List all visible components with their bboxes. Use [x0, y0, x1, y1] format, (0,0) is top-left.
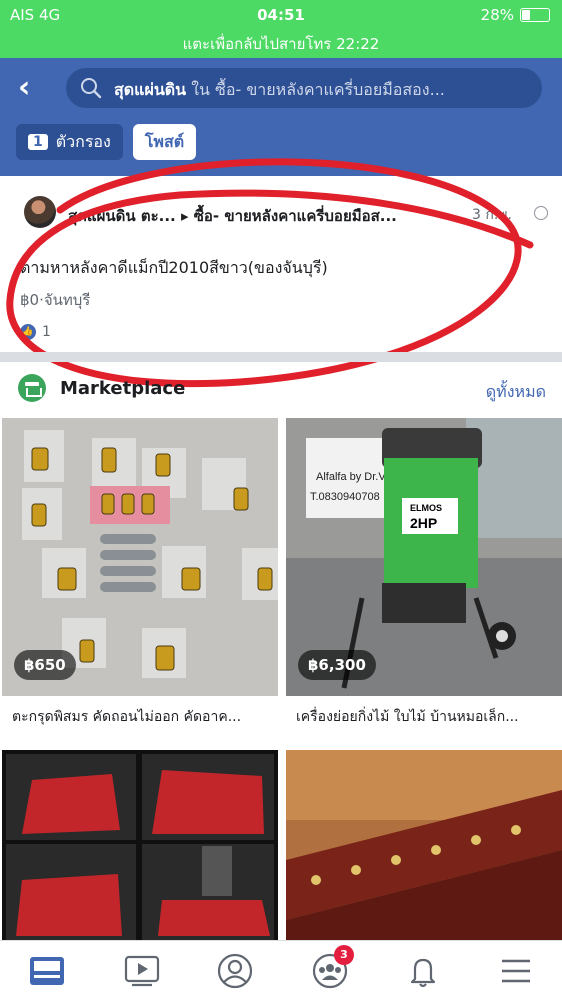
news-feed-icon — [30, 957, 64, 985]
post-body: ตามหาหลังคาดีแม็กปี2010สีขาว(ของจันบุรี) — [20, 258, 328, 277]
battery-icon — [520, 8, 550, 22]
marketplace-title: Marketplace — [60, 378, 186, 399]
news-feed-tab[interactable] — [27, 951, 67, 991]
clock: 04:51 — [257, 6, 305, 24]
battery-indicator: 28% — [481, 6, 550, 24]
listing-caption: เครื่องย่อยกิ่งไม้ ใบไม้ บ้านหมอเล็ก... — [296, 709, 519, 725]
marketplace-header: Marketplace ดูทั้งหมด — [0, 362, 562, 416]
machine-brand: ELMOS — [410, 503, 442, 513]
post-result[interactable]: สุดแผ่นดิน ตะ... ▸ ซื้อ- ขายหลังคาแครี่บ… — [0, 176, 562, 352]
profile-icon — [217, 953, 253, 989]
notifications-tab[interactable] — [403, 951, 443, 991]
sign-line-2: T.0830940708 — [310, 491, 380, 503]
search-scope: ใน ซื้อ- ขายหลังคาแครี่บอยมือสอง... — [186, 80, 445, 99]
posts-chip[interactable]: โพสต์ — [132, 124, 197, 160]
search-icon — [81, 78, 102, 99]
profile-tab[interactable] — [215, 951, 255, 991]
filter-chips: 1 ตัวกรอง โพสต์ — [16, 124, 197, 160]
battery-percent: 28% — [480, 6, 514, 24]
car-mats-illustration — [2, 750, 278, 940]
listing-price: ฿650 — [14, 650, 76, 680]
avatar[interactable] — [24, 196, 56, 228]
search-query-text: สุดแผ่นดิน ใน ซื้อ- ขายหลังคาแครี่บอยมือ… — [114, 78, 534, 103]
globe-icon — [534, 206, 548, 220]
reaction-count: 1 — [42, 324, 51, 340]
post-title[interactable]: สุดแผ่นดิน ตะ... ▸ ซื้อ- ขายหลังคาแครี่บ… — [68, 204, 458, 228]
search-bar[interactable]: สุดแผ่นดิน ใน ซื้อ- ขายหลังคาแครี่บอยมือ… — [66, 68, 542, 108]
hamburger-menu-icon — [502, 959, 530, 983]
machine-power: 2HP — [410, 515, 437, 531]
search-query: สุดแผ่นดิน — [114, 80, 187, 99]
groups-badge: 3 — [334, 945, 354, 965]
video-play-icon — [124, 955, 160, 987]
sign-line-1: Alfalfa by Dr.Vet — [316, 471, 394, 483]
listing-caption: ตะกรุดพิสมร คัดถอนไม่ออก คัดอาค... — [12, 709, 242, 725]
filter-count: 1 — [28, 134, 48, 150]
bottom-tab-bar: 3 — [0, 940, 562, 1000]
back-chevron-icon[interactable]: ‹ — [18, 70, 30, 105]
app-header: ‹ สุดแผ่นดิน ใน ซื้อ- ขายหลังคาแครี่บอยม… — [0, 58, 562, 176]
post-date: 3 ก.พ. — [472, 207, 512, 223]
reaction-summary[interactable]: 👍 1 — [20, 324, 51, 340]
like-icon: 👍 — [20, 324, 36, 340]
menu-tab[interactable] — [496, 951, 536, 991]
listing-price: ฿6,300 — [298, 650, 376, 680]
section-divider — [0, 352, 562, 362]
status-bar: AIS 4G 04:51 28% แตะเพื่อกลับไปสายโทร 22… — [0, 0, 562, 58]
filter-chip[interactable]: 1 ตัวกรอง — [16, 124, 123, 160]
battery-level-fill — [522, 10, 530, 20]
see-all-link[interactable]: ดูทั้งหมด — [486, 380, 546, 405]
filter-label: ตัวกรอง — [55, 131, 111, 151]
return-to-call-banner[interactable]: แตะเพื่อกลับไปสายโทร 22:22 — [0, 32, 562, 56]
marketplace-icon — [18, 374, 46, 402]
watch-tab[interactable] — [122, 951, 162, 991]
post-meta: ฿0·จันทบุรี — [20, 291, 91, 309]
wood-illustration — [286, 750, 562, 940]
bell-icon — [410, 958, 436, 988]
groups-tab[interactable]: 3 — [310, 945, 354, 991]
